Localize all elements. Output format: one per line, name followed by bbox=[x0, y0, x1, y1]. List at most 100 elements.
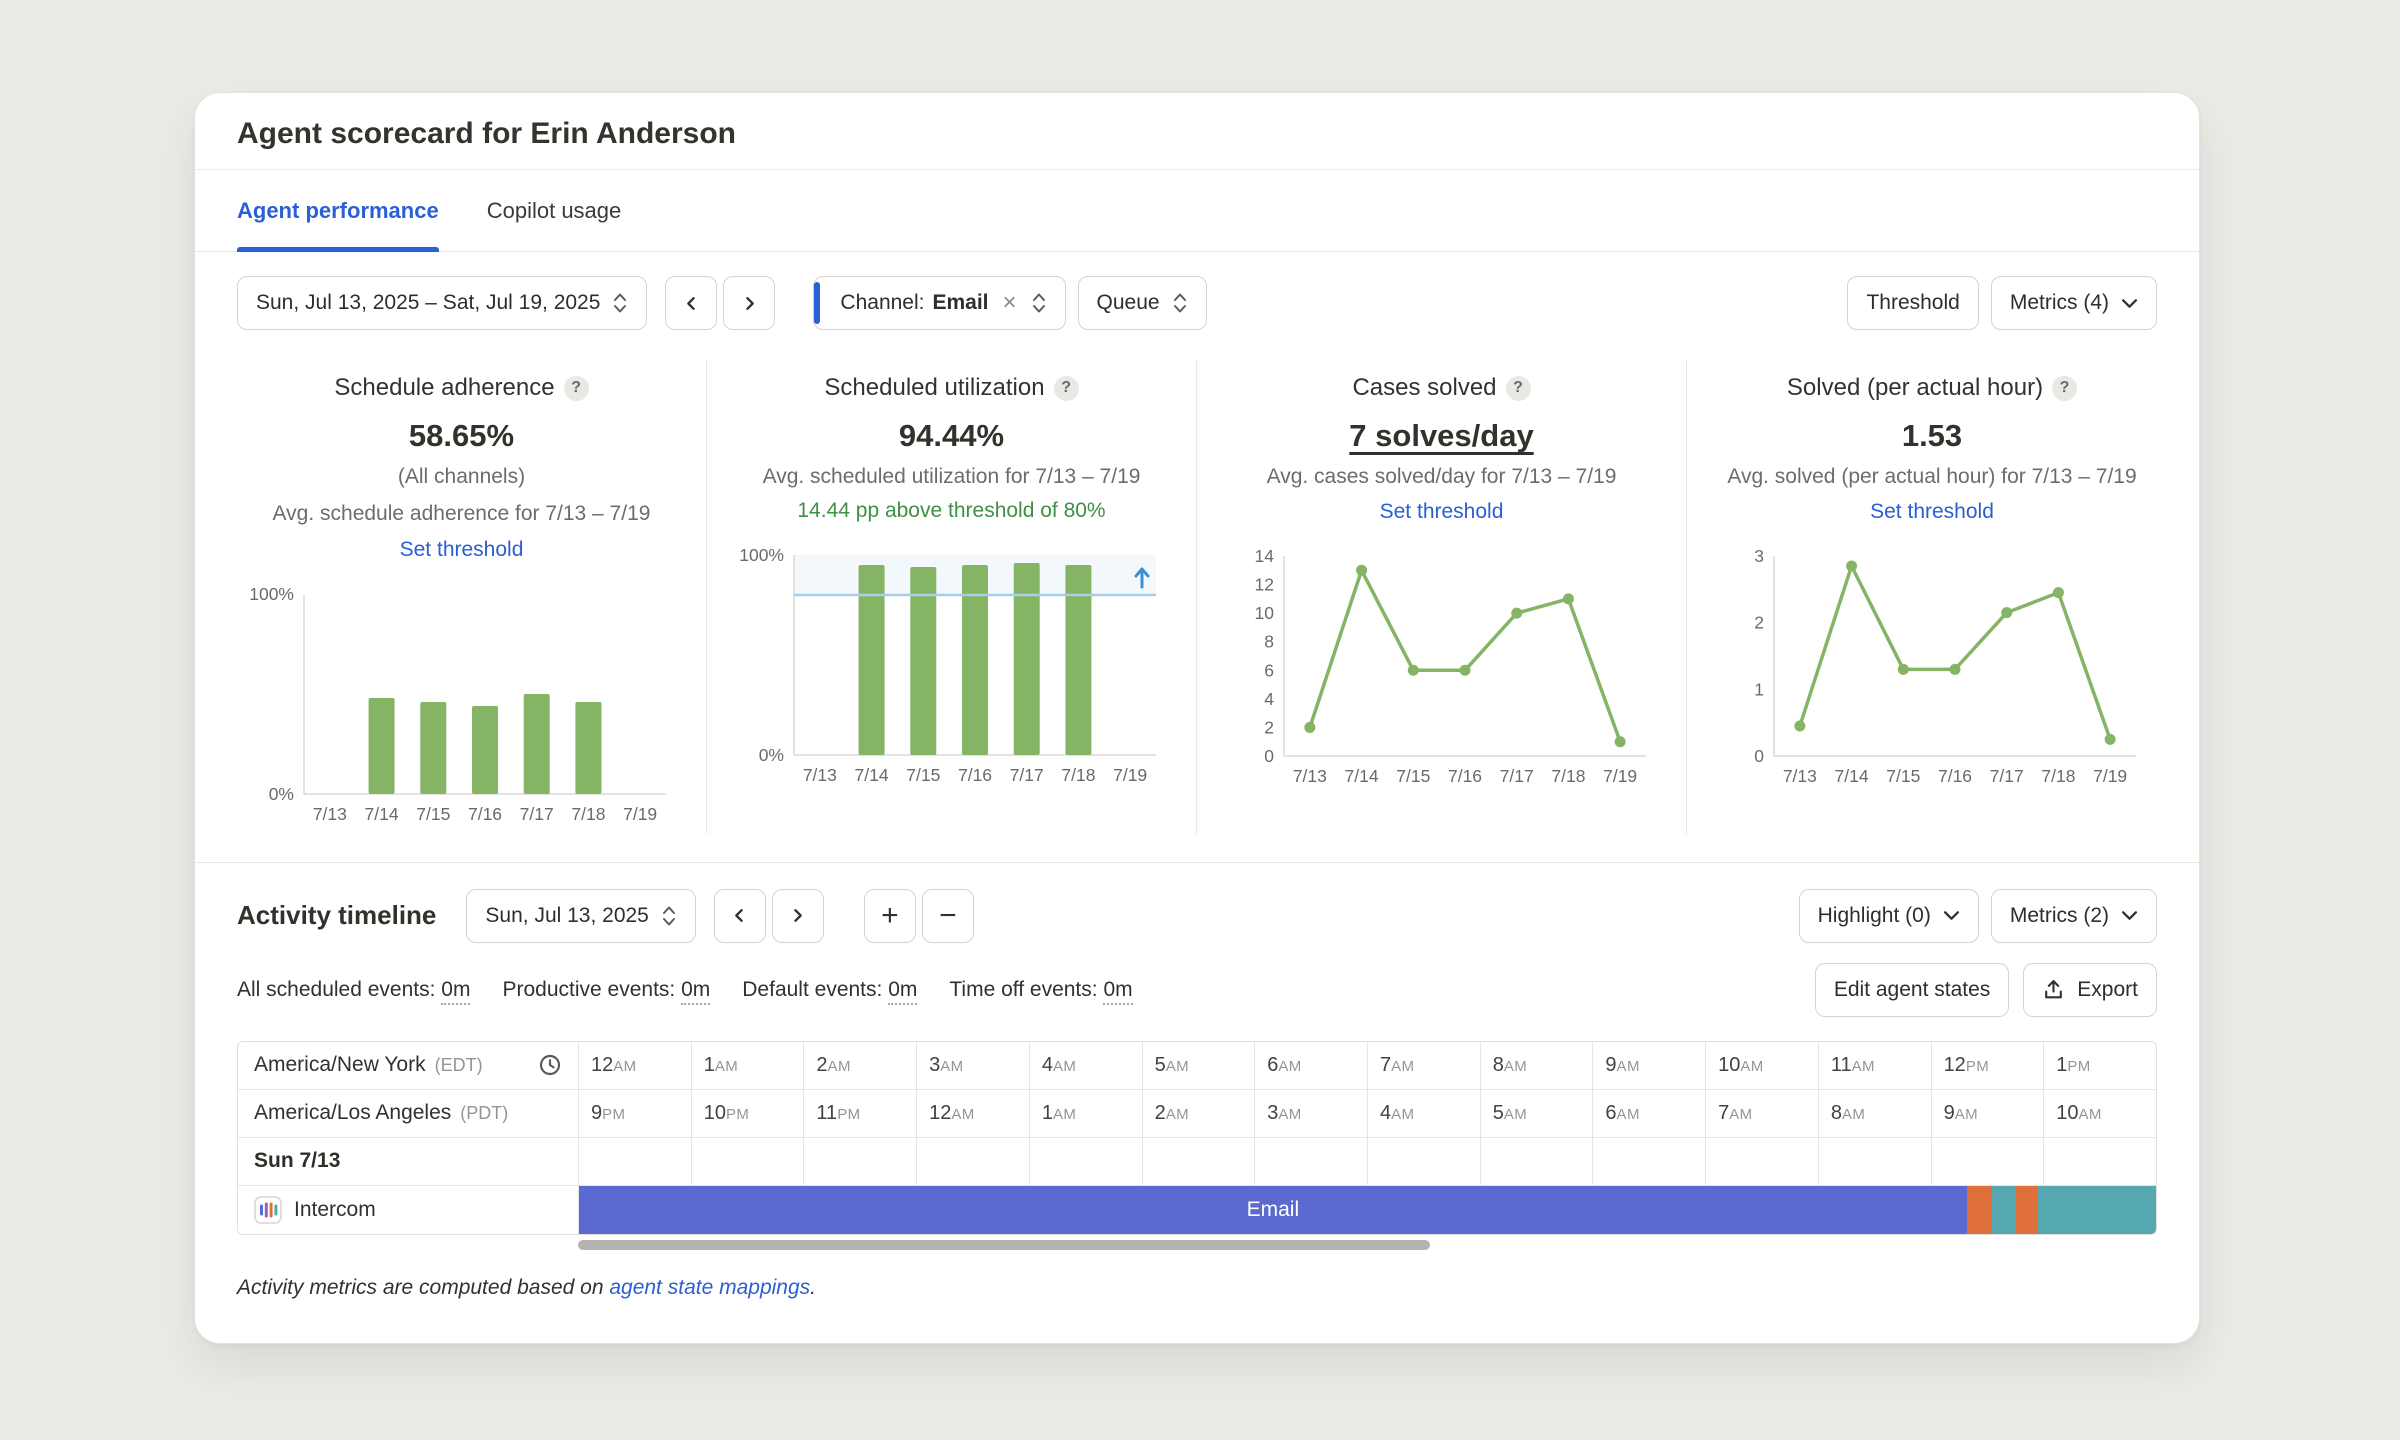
timezone-name: America/Los Angeles bbox=[254, 1101, 451, 1125]
svg-text:7/14: 7/14 bbox=[364, 804, 398, 824]
tab-copilot-usage[interactable]: Copilot usage bbox=[487, 170, 622, 251]
hour-number: 10 bbox=[2056, 1102, 2078, 1124]
hour-cell: 9PM bbox=[578, 1090, 691, 1137]
event-stat-label: Time off events: bbox=[949, 978, 1103, 1001]
clock-icon[interactable] bbox=[538, 1053, 562, 1077]
hour-cell: 1AM bbox=[1029, 1090, 1142, 1137]
hour-cell: 6AM bbox=[1592, 1090, 1705, 1137]
timeline-horizontal-scrollbar[interactable] bbox=[578, 1240, 1430, 1250]
day-label: Sun 7/13 bbox=[254, 1149, 340, 1173]
date-range-value: Sun, Jul 13, 2025 – Sat, Jul 19, 2025 bbox=[256, 291, 600, 315]
svg-text:3: 3 bbox=[1754, 546, 1764, 566]
hour-number: 10 bbox=[1718, 1054, 1740, 1076]
help-icon[interactable]: ? bbox=[564, 376, 589, 401]
metric-chart: 0%100%7/137/147/157/167/177/187/19 bbox=[242, 578, 682, 834]
next-day-button[interactable] bbox=[772, 889, 824, 943]
hour-number: 8 bbox=[1831, 1102, 1842, 1124]
hour-cell: 1PM bbox=[2043, 1042, 2156, 1089]
activity-date-select[interactable]: Sun, Jul 13, 2025 bbox=[466, 889, 695, 943]
timeline-segment[interactable] bbox=[1992, 1186, 2016, 1234]
event-stat: Time off events: 0m bbox=[949, 978, 1132, 1002]
zoom-in-button[interactable]: + bbox=[864, 889, 916, 943]
metrics-dropdown[interactable]: Metrics (4) bbox=[1991, 276, 2157, 330]
hour-suffix: AM bbox=[1842, 1106, 1865, 1123]
empty-hour-cell bbox=[916, 1138, 1029, 1185]
metric-subtitle: Avg. schedule adherence for 7/13 – 7/19 bbox=[241, 500, 682, 528]
svg-text:7/19: 7/19 bbox=[623, 804, 657, 824]
stepper-icon bbox=[612, 290, 628, 316]
help-icon[interactable]: ? bbox=[1054, 376, 1079, 401]
agent-state-mappings-link[interactable]: agent state mappings bbox=[609, 1276, 810, 1299]
date-range-select[interactable]: Sun, Jul 13, 2025 – Sat, Jul 19, 2025 bbox=[237, 276, 647, 330]
next-period-button[interactable] bbox=[723, 276, 775, 330]
svg-text:0: 0 bbox=[1754, 746, 1764, 766]
hour-suffix: AM bbox=[1955, 1106, 1978, 1123]
svg-text:7/18: 7/18 bbox=[2041, 766, 2075, 786]
metric-chart: 01237/137/147/157/167/177/187/19 bbox=[1712, 540, 2152, 796]
highlight-dropdown[interactable]: Highlight (0) bbox=[1799, 889, 1979, 943]
timezone-name: America/New York bbox=[254, 1053, 426, 1077]
hour-suffix: PM bbox=[837, 1106, 860, 1123]
event-stat-label: Productive events: bbox=[502, 978, 681, 1001]
timeline-segment[interactable]: Email bbox=[579, 1186, 1967, 1234]
activity-metrics-dropdown[interactable]: Metrics (2) bbox=[1991, 889, 2157, 943]
event-stat: Productive events: 0m bbox=[502, 978, 710, 1002]
svg-text:7/17: 7/17 bbox=[1990, 766, 2024, 786]
hour-number: 1 bbox=[1042, 1102, 1053, 1124]
hour-number: 1 bbox=[2056, 1054, 2067, 1076]
help-icon[interactable]: ? bbox=[1506, 376, 1531, 401]
empty-hour-cell bbox=[578, 1138, 691, 1185]
svg-text:7/13: 7/13 bbox=[312, 804, 346, 824]
svg-text:12: 12 bbox=[1254, 575, 1273, 595]
event-stats-row: All scheduled events: 0mProductive event… bbox=[195, 957, 2199, 1037]
metrics-dropdown-label: Metrics (4) bbox=[2010, 291, 2109, 315]
intercom-logo-icon bbox=[254, 1196, 282, 1224]
channel-name: Intercom bbox=[294, 1198, 376, 1222]
prev-period-button[interactable] bbox=[665, 276, 717, 330]
queue-filter-label: Queue bbox=[1097, 291, 1160, 315]
metric-value: 1.53 bbox=[1711, 418, 2153, 454]
svg-text:7/19: 7/19 bbox=[1603, 766, 1637, 786]
hour-suffix: AM bbox=[1278, 1058, 1301, 1075]
edit-agent-states-button[interactable]: Edit agent states bbox=[1815, 963, 2009, 1017]
hour-suffix: AM bbox=[1391, 1106, 1414, 1123]
timeline-segment[interactable] bbox=[2038, 1186, 2156, 1234]
svg-text:7/17: 7/17 bbox=[519, 804, 553, 824]
metric-chart: 0%100%7/137/147/157/167/177/187/19 bbox=[732, 539, 1172, 795]
prev-day-button[interactable] bbox=[714, 889, 766, 943]
set-threshold-link[interactable]: Set threshold bbox=[1380, 500, 1504, 524]
export-button[interactable]: Export bbox=[2023, 963, 2157, 1017]
timeline-segment-label: Email bbox=[1247, 1198, 1300, 1222]
threshold-button[interactable]: Threshold bbox=[1847, 276, 1978, 330]
chevron-right-icon bbox=[789, 907, 806, 924]
empty-hour-cell bbox=[1480, 1138, 1593, 1185]
channel-filter[interactable]: Channel: Email × bbox=[813, 276, 1065, 330]
metric-chart: 024681012147/137/147/157/167/177/187/19 bbox=[1222, 540, 1662, 796]
activity-timeline-title: Activity timeline bbox=[237, 900, 436, 931]
set-threshold-link[interactable]: Set threshold bbox=[400, 538, 524, 562]
empty-hour-cell bbox=[1029, 1138, 1142, 1185]
edit-agent-states-label: Edit agent states bbox=[1834, 978, 1990, 1002]
timezone-abbr: (PDT) bbox=[460, 1103, 508, 1124]
metric-card: Solved (per actual hour) ? 1.53 Avg. sol… bbox=[1687, 360, 2177, 834]
hour-suffix: AM bbox=[1166, 1058, 1189, 1075]
help-icon[interactable]: ? bbox=[2052, 376, 2077, 401]
metric-subtitle: Avg. solved (per actual hour) for 7/13 –… bbox=[1711, 463, 2153, 491]
timeline-segment[interactable] bbox=[1967, 1186, 1992, 1234]
activity-timeline-table: America/New York (EDT) 12AM1AM2AM3AM4AM5… bbox=[237, 1041, 2157, 1235]
set-threshold-link[interactable]: Set threshold bbox=[1870, 500, 1994, 524]
svg-text:7/13: 7/13 bbox=[1292, 766, 1326, 786]
svg-text:7/17: 7/17 bbox=[1009, 765, 1043, 785]
tab-bar: Agent performance Copilot usage bbox=[195, 170, 2199, 252]
timeline-segment[interactable] bbox=[2016, 1186, 2038, 1234]
hour-number: 7 bbox=[1718, 1102, 1729, 1124]
svg-text:7/16: 7/16 bbox=[957, 765, 991, 785]
tab-agent-performance[interactable]: Agent performance bbox=[237, 170, 439, 251]
zoom-out-button[interactable]: − bbox=[922, 889, 974, 943]
hour-cell: 12AM bbox=[578, 1042, 691, 1089]
empty-hour-cell bbox=[803, 1138, 916, 1185]
svg-text:7/13: 7/13 bbox=[1783, 766, 1817, 786]
remove-filter-icon[interactable]: × bbox=[1003, 291, 1017, 315]
hour-number: 9 bbox=[591, 1102, 602, 1124]
queue-filter[interactable]: Queue bbox=[1078, 276, 1207, 330]
